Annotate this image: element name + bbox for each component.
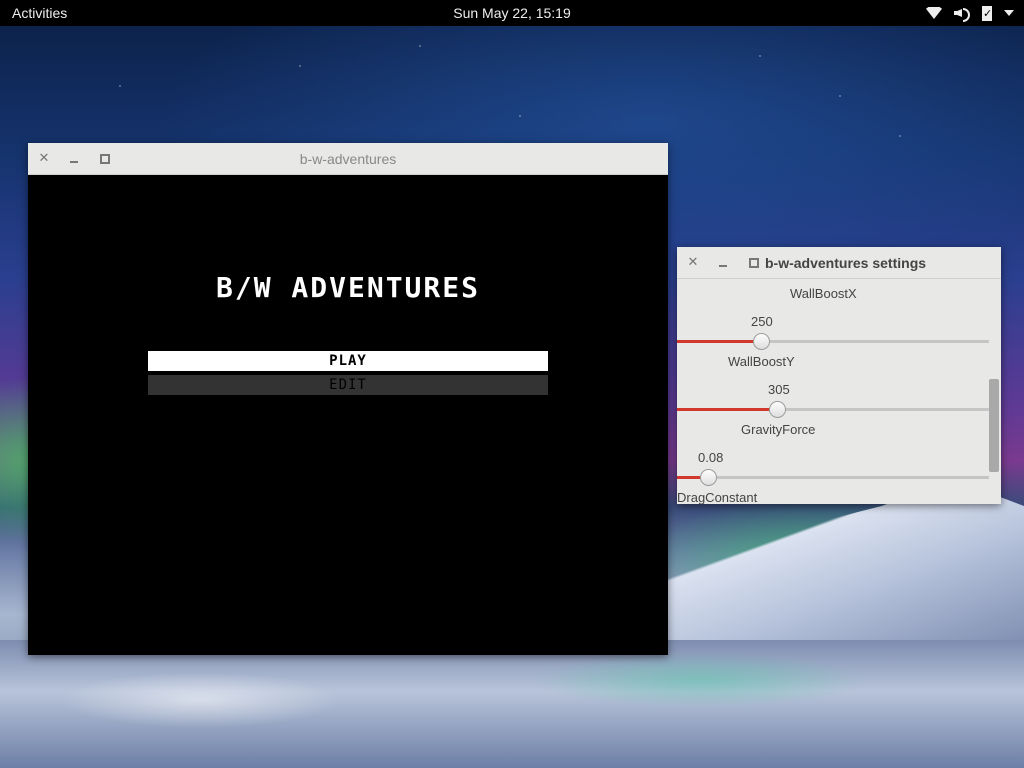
play-button[interactable]: PLAY: [148, 351, 548, 371]
window-title: b-w-adventures settings: [765, 255, 927, 271]
slider-handle[interactable]: [700, 469, 718, 486]
edit-button[interactable]: EDIT: [148, 375, 548, 395]
slider-value: 0.08: [698, 450, 724, 465]
speaker-icon[interactable]: [954, 6, 970, 22]
slider-dragconstant[interactable]: [677, 469, 989, 486]
slider-label-wallboostx: WallBoostX: [790, 286, 857, 301]
system-tray[interactable]: [926, 4, 1014, 23]
dropdown-icon[interactable]: [1004, 10, 1014, 16]
game-canvas[interactable]: B/W ADVENTURES PLAY EDIT: [28, 175, 668, 655]
game-window: ✕ b-w-adventures B/W ADVENTURES PLAY EDI…: [28, 143, 668, 655]
slider-gravityforce[interactable]: [677, 401, 989, 418]
slider-wallboosty[interactable]: [677, 333, 989, 350]
slider-label-gravityforce: GravityForce: [741, 422, 816, 437]
scrollbar-thumb[interactable]: [989, 379, 999, 472]
scrollbar[interactable]: [989, 279, 999, 504]
maximize-icon[interactable]: [744, 253, 762, 271]
minimize-icon[interactable]: [714, 253, 732, 271]
game-title: B/W ADVENTURES: [215, 271, 480, 304]
slider-label-dragconstant: DragConstant: [677, 490, 758, 504]
slider-value: 250: [751, 314, 773, 329]
settings-panel[interactable]: WallBoostX 250 WallBoostY 305 GravityFor…: [677, 279, 1001, 504]
wifi-icon[interactable]: [926, 7, 942, 19]
game-titlebar[interactable]: ✕ b-w-adventures: [28, 143, 668, 175]
slider-handle[interactable]: [768, 401, 786, 418]
slider-fill: [677, 408, 777, 411]
top-bar: Activities Sun May 22, 15:19: [0, 0, 1024, 26]
slider-value: 305: [768, 382, 790, 397]
close-icon[interactable]: ✕: [684, 253, 702, 271]
slider-label-wallboosty: WallBoostY: [728, 354, 795, 369]
battery-icon[interactable]: [982, 5, 992, 23]
settings-titlebar[interactable]: ✕ b-w-adventures settings: [677, 247, 1001, 279]
clock[interactable]: Sun May 22, 15:19: [0, 5, 1024, 21]
snowy-ground: [0, 640, 1024, 768]
settings-window: ✕ b-w-adventures settings WallBoostX 250…: [677, 247, 1001, 504]
slider-handle[interactable]: [753, 333, 771, 350]
window-title: b-w-adventures: [299, 151, 397, 167]
slider-fill: [677, 340, 762, 343]
